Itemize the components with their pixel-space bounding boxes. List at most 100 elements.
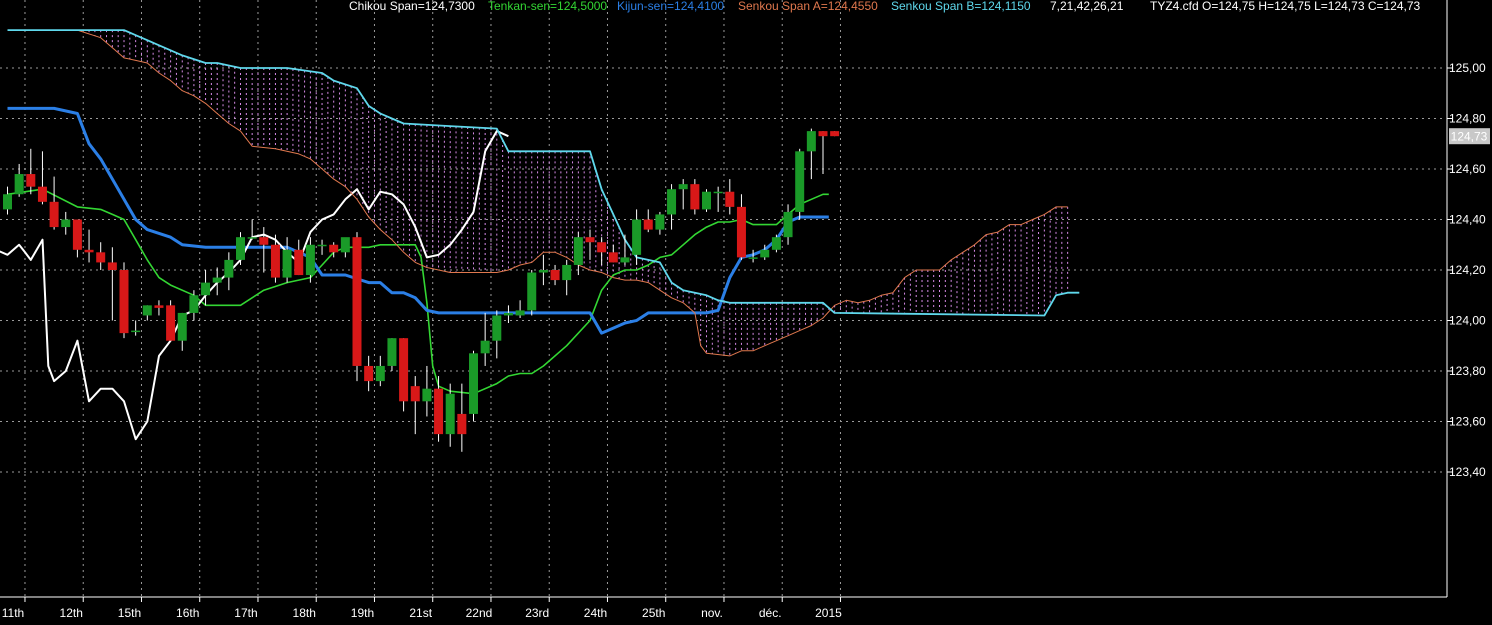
candle-body bbox=[760, 249, 770, 258]
candle-body bbox=[457, 413, 467, 435]
candle-body bbox=[131, 330, 141, 333]
candle-body bbox=[154, 305, 164, 308]
candle-body bbox=[818, 131, 828, 137]
y-tick-label: 125,00 bbox=[1449, 61, 1486, 75]
candle-body bbox=[26, 174, 36, 187]
candle-body bbox=[620, 257, 630, 263]
candle-body bbox=[632, 219, 642, 255]
candle-body bbox=[317, 244, 327, 247]
candle bbox=[830, 131, 840, 137]
candle-body bbox=[608, 252, 618, 263]
candle-body bbox=[667, 189, 677, 215]
candle-body bbox=[329, 244, 339, 253]
candle-body bbox=[224, 259, 234, 278]
candle-body bbox=[678, 184, 688, 190]
y-tick-label: 124,80 bbox=[1449, 112, 1486, 126]
candle-body bbox=[748, 257, 758, 259]
header-kijun: Kijun-sen=124,4100 bbox=[617, 0, 724, 13]
candle-body bbox=[585, 237, 595, 243]
candle-body bbox=[270, 244, 280, 278]
x-tick-label: 2015 bbox=[815, 606, 842, 620]
candle-body bbox=[119, 270, 129, 334]
candle-body bbox=[515, 310, 525, 316]
candle-body bbox=[795, 151, 805, 212]
candle-body bbox=[166, 305, 176, 341]
candle-body bbox=[422, 388, 432, 402]
candle-body bbox=[783, 211, 793, 238]
candle-body bbox=[725, 191, 735, 207]
candle-body bbox=[294, 249, 304, 276]
candle-body bbox=[387, 338, 397, 366]
candle-body bbox=[189, 295, 199, 313]
candle-body bbox=[282, 249, 292, 278]
candle-body bbox=[259, 237, 269, 245]
y-tick-label: 124,00 bbox=[1449, 314, 1486, 328]
candle-body bbox=[702, 191, 711, 210]
candle bbox=[469, 350, 478, 422]
candle-body bbox=[61, 219, 71, 228]
candle-body bbox=[643, 219, 653, 230]
candle-body bbox=[107, 262, 117, 270]
candle-body bbox=[340, 237, 350, 253]
candle bbox=[771, 234, 781, 253]
candle-body bbox=[713, 191, 723, 194]
candle-body bbox=[142, 305, 152, 316]
ichimoku-chart: 125,00 124,80 124,60 124,40 124,20 124,00 123,… bbox=[0, 0, 1492, 625]
candle-body bbox=[573, 237, 583, 265]
candle bbox=[399, 338, 409, 412]
x-tick-label: déc. bbox=[759, 606, 782, 620]
candle-body bbox=[480, 340, 490, 354]
candle-body bbox=[212, 277, 222, 283]
candle-body bbox=[305, 244, 315, 276]
x-tick-label: 17th bbox=[234, 606, 257, 620]
header-params: 7,21,42,26,21 bbox=[1050, 0, 1124, 13]
y-tick-label: 123,80 bbox=[1449, 364, 1486, 378]
candle-body bbox=[236, 237, 245, 260]
x-tick-label: 24th bbox=[584, 606, 607, 620]
candle-body bbox=[399, 338, 409, 402]
candle-body bbox=[364, 365, 374, 382]
candle-body bbox=[736, 206, 746, 258]
candle-body bbox=[690, 184, 700, 210]
x-tick-label: 12th bbox=[60, 606, 83, 620]
header-ohlc: TYZ4.cfd O=124,75 H=124,75 L=124,73 C=12… bbox=[1150, 0, 1421, 13]
candle-body bbox=[177, 312, 187, 341]
candle bbox=[352, 232, 362, 382]
candle-body bbox=[37, 186, 47, 202]
candle-body bbox=[201, 282, 211, 296]
candle-body bbox=[434, 388, 444, 435]
chart-background bbox=[0, 0, 1492, 625]
candle-body bbox=[527, 272, 537, 311]
candle bbox=[702, 189, 711, 212]
header-chikou: Chikou Span=124,7300 bbox=[349, 0, 475, 13]
y-axis-ticks: 125,00 124,80 124,60 124,40 124,20 124,00 123,… bbox=[1447, 61, 1486, 479]
candle-body bbox=[771, 237, 781, 250]
candle-body bbox=[3, 194, 12, 210]
x-tick-label: 23rd bbox=[525, 606, 549, 620]
candle-body bbox=[445, 393, 455, 435]
candle-body bbox=[84, 249, 94, 253]
y-tick-label: 123,60 bbox=[1449, 415, 1486, 429]
candle-body bbox=[503, 312, 513, 316]
candle-body bbox=[247, 237, 257, 239]
candle-body bbox=[410, 386, 420, 402]
y-tick-label: 123,40 bbox=[1449, 465, 1486, 479]
candle-body bbox=[14, 174, 24, 195]
candle-body bbox=[550, 270, 560, 281]
header-senkou-b: Senkou Span B=124,1150 bbox=[891, 0, 1031, 13]
x-tick-label: 25th bbox=[642, 606, 665, 620]
x-tick-label: 11th bbox=[2, 606, 24, 620]
last-price-label: 124,73 bbox=[1451, 130, 1488, 144]
candle bbox=[527, 270, 537, 316]
candle-body bbox=[492, 315, 502, 341]
x-tick-label: nov. bbox=[701, 606, 723, 620]
candle-body bbox=[72, 219, 82, 250]
candle-body bbox=[830, 131, 840, 137]
candle-body bbox=[96, 252, 106, 263]
candle-body bbox=[538, 270, 548, 273]
candle-body bbox=[469, 353, 478, 414]
x-tick-label: 18th bbox=[293, 606, 316, 620]
candle-body bbox=[49, 201, 59, 228]
candle bbox=[166, 300, 176, 341]
candle-body bbox=[562, 264, 572, 281]
